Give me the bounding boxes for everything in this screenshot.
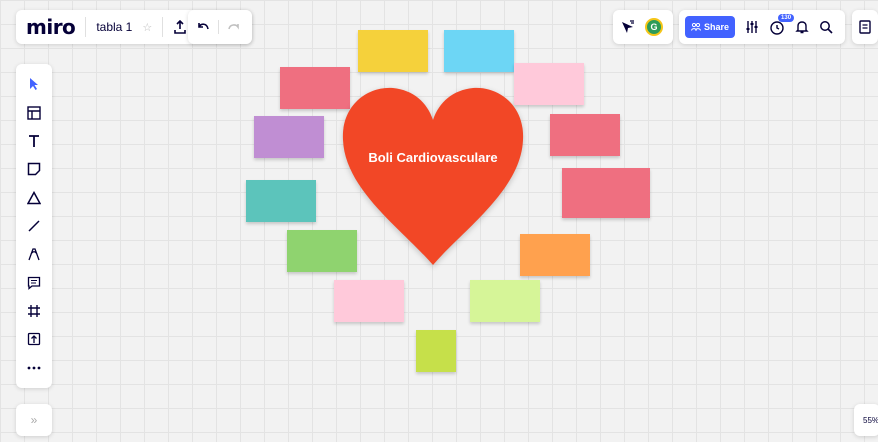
sticky-note[interactable] (416, 330, 456, 372)
upload-tool[interactable] (19, 327, 49, 351)
settings-sliders-icon[interactable] (745, 20, 759, 34)
comment-tool[interactable] (19, 271, 49, 295)
star-icon[interactable]: ☆ (142, 21, 152, 34)
expand-panel-button[interactable]: » (16, 404, 52, 436)
templates-tool[interactable] (19, 101, 49, 125)
comment-icon (27, 276, 41, 290)
more-icon (27, 366, 41, 370)
avatar[interactable]: G (645, 18, 663, 36)
people-icon (691, 23, 701, 31)
sticky-note[interactable] (254, 116, 324, 158)
chevron-double-right-icon: » (30, 413, 38, 427)
divider (162, 17, 164, 37)
text-tool[interactable] (19, 129, 49, 153)
pen-icon (28, 248, 40, 261)
template-icon (27, 105, 41, 120)
sticky-note[interactable] (334, 280, 404, 322)
sticky-note[interactable] (444, 30, 514, 72)
sticky-note[interactable] (550, 114, 620, 156)
pen-tool[interactable] (19, 242, 49, 266)
text-icon (29, 134, 39, 147)
sticky-note-tool[interactable] (19, 157, 49, 181)
collaboration-panel: G (613, 10, 673, 44)
sticky-note-icon (27, 163, 41, 176)
redo-icon[interactable] (227, 21, 241, 33)
select-tool[interactable] (19, 72, 49, 96)
timer-icon[interactable]: 130 (769, 14, 795, 35)
sticky-note[interactable] (562, 168, 650, 218)
share-button[interactable]: Share (685, 16, 736, 38)
cursor-icon (30, 78, 38, 91)
toolbar-right-panel: Share 130 (679, 10, 845, 44)
search-icon[interactable] (819, 20, 833, 34)
line-icon (28, 220, 40, 232)
undo-redo-panel (188, 10, 252, 44)
notification-badge: 130 (778, 14, 795, 22)
undo-icon[interactable] (196, 21, 210, 33)
triangle-icon (27, 190, 41, 204)
sticky-note[interactable] (358, 30, 428, 72)
frame-icon (28, 305, 40, 318)
divider (85, 17, 87, 37)
tools-toolbar (16, 64, 52, 388)
heart-shape[interactable] (333, 80, 533, 280)
bell-icon[interactable] (795, 20, 809, 34)
export-icon[interactable] (173, 20, 187, 34)
heart-label: Boli Cardiovasculare (368, 150, 498, 165)
divider (218, 20, 219, 34)
miro-logo[interactable]: miro (26, 15, 76, 39)
line-tool[interactable] (19, 214, 49, 238)
share-label: Share (704, 22, 730, 32)
frame-tool[interactable] (19, 299, 49, 323)
sticky-note[interactable] (470, 280, 540, 322)
notes-panel (852, 10, 878, 44)
upload-icon (27, 333, 41, 346)
sticky-note[interactable] (246, 180, 316, 222)
zoom-panel[interactable]: 55% (854, 404, 878, 436)
notes-icon[interactable] (859, 20, 871, 34)
more-tools[interactable] (19, 356, 49, 380)
board-name[interactable]: tabla 1 (96, 20, 132, 34)
shapes-tool[interactable] (19, 186, 49, 210)
zoom-level: 55% (863, 415, 878, 425)
cursor-filter-icon[interactable] (621, 20, 635, 34)
